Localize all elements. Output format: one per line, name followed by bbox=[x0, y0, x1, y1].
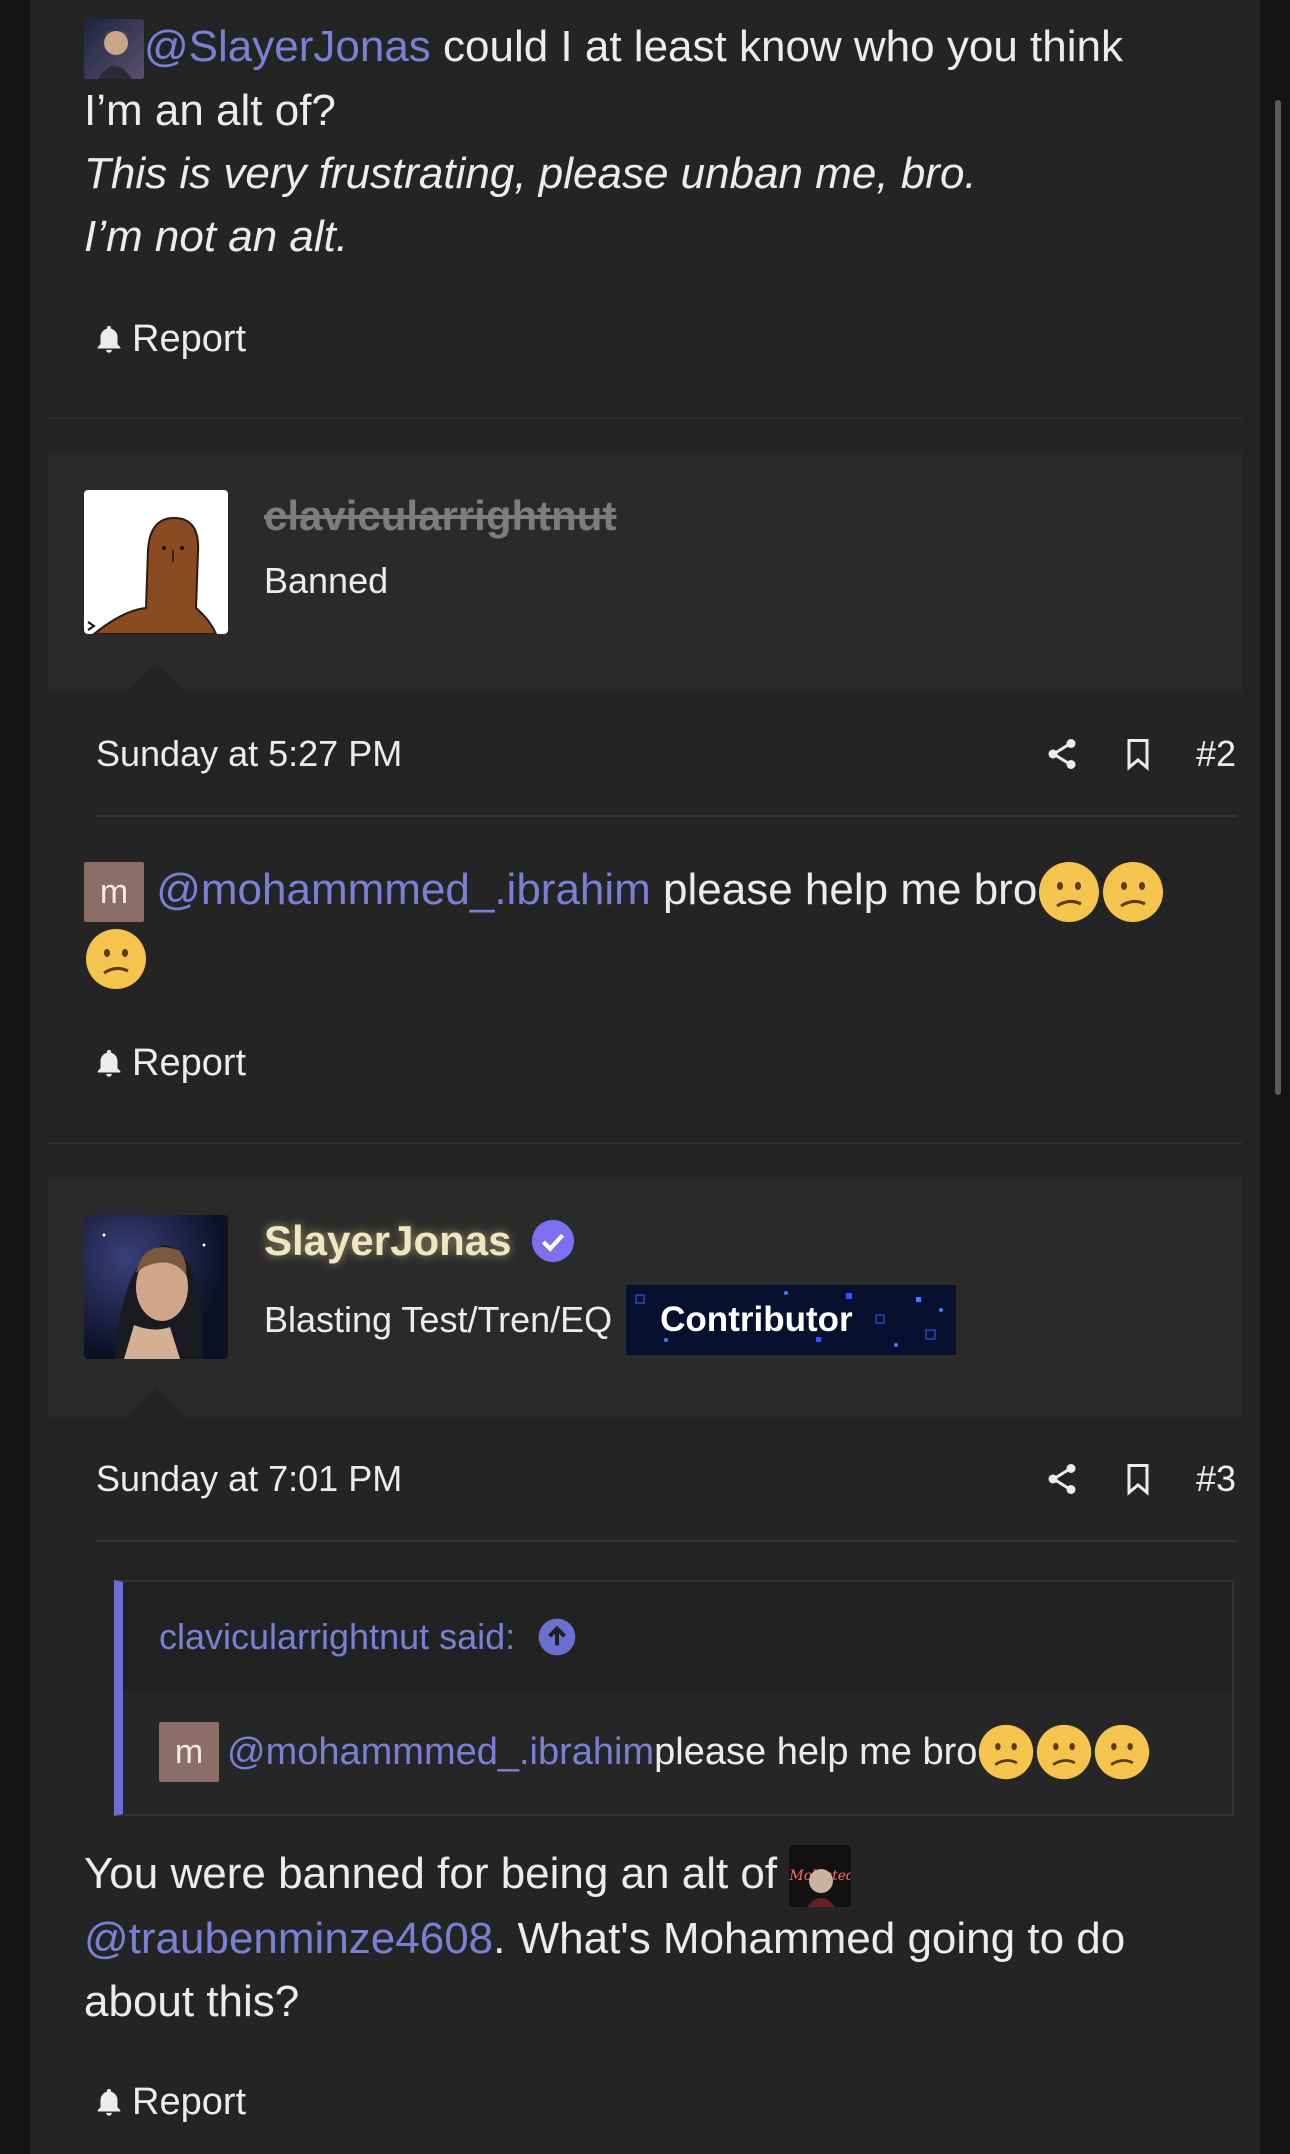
confused-face-emoji bbox=[1093, 1723, 1151, 1781]
share-icon[interactable] bbox=[1044, 736, 1080, 772]
divider bbox=[96, 815, 1236, 817]
post-2-body: m @mohammmed_.ibrahim please help me bro bbox=[84, 858, 1224, 991]
report-label: Report bbox=[132, 1042, 247, 1084]
confused-face-emoji bbox=[84, 927, 148, 991]
post-3-date[interactable]: Sunday at 7:01 PM bbox=[96, 1458, 1044, 1500]
post-2-text: please help me bro bbox=[650, 865, 1038, 914]
quote-body: m @mohammmed_.ibrahim please help me bro bbox=[123, 1692, 1232, 1812]
confused-face-emoji bbox=[977, 1723, 1035, 1781]
mohammmed-avatar: m bbox=[84, 862, 144, 923]
mohammmed-avatar: m bbox=[159, 1722, 219, 1782]
post-3-number[interactable]: #3 bbox=[1196, 1458, 1236, 1500]
slayerjonas-avatar[interactable] bbox=[84, 1215, 228, 1359]
quote-text: please help me bro bbox=[654, 1730, 978, 1773]
confused-face-emoji bbox=[1035, 1723, 1093, 1781]
post-2-number[interactable]: #2 bbox=[1196, 733, 1236, 775]
thread-page: @SlayerJonas could I at least know who y… bbox=[30, 0, 1260, 2154]
post-3-text-line2: . What's Mohammed going to do bbox=[493, 1914, 1126, 1964]
post-3-user-title-text: Blasting Test/Tren/EQ bbox=[264, 1299, 613, 1340]
post-3-body: You were banned for being an alt of Mole… bbox=[84, 1842, 1224, 2033]
share-icon[interactable] bbox=[1044, 1461, 1080, 1497]
post-3-user-title: Blasting Test/Tren/EQ Contributor bbox=[264, 1285, 957, 1355]
bell-icon bbox=[97, 2088, 121, 2116]
traubenminze-mini-avatar: Molested bbox=[789, 1845, 852, 1908]
post-3-meta: Sunday at 7:01 PM #3 bbox=[96, 1449, 1236, 1509]
bell-icon bbox=[97, 1049, 121, 1077]
post-1-body: @SlayerJonas could I at least know who y… bbox=[84, 15, 1224, 268]
clavicularrightnut-avatar[interactable] bbox=[84, 490, 228, 634]
quote-header[interactable]: clavicularrightnut said: bbox=[123, 1582, 1232, 1692]
header-pointer bbox=[126, 663, 186, 693]
quote-author[interactable]: clavicularrightnut said: bbox=[159, 1616, 515, 1658]
bookmark-icon[interactable] bbox=[1120, 1461, 1156, 1497]
arrow-up-circle-icon[interactable] bbox=[537, 1617, 577, 1657]
report-button-post-1[interactable]: Report bbox=[92, 318, 246, 361]
divider bbox=[96, 1540, 1236, 1542]
post-3-text-line1: You were banned for being an alt of bbox=[84, 1849, 790, 1898]
verified-badge-icon bbox=[531, 1219, 574, 1263]
bookmark-icon[interactable] bbox=[1120, 736, 1156, 772]
contributor-badge: Contributor bbox=[626, 1285, 957, 1355]
mention-traubenminze[interactable]: @traubenminze4608 bbox=[84, 1914, 493, 1963]
post-2-date[interactable]: Sunday at 5:27 PM bbox=[96, 733, 1044, 775]
post-3-user-header: SlayerJonas Blasting Test/Tren/EQ Contri… bbox=[48, 1177, 1242, 1418]
post-1-text-line4: I’m not an alt. bbox=[84, 212, 349, 262]
report-label: Report bbox=[132, 2081, 247, 2123]
divider bbox=[48, 1142, 1242, 1144]
header-pointer bbox=[126, 1388, 186, 1418]
mention-mohammmed[interactable]: @mohammmed_.ibrahim bbox=[227, 1731, 654, 1774]
post-2-meta: Sunday at 5:27 PM #2 bbox=[96, 724, 1236, 784]
report-button-post-3[interactable]: Report bbox=[92, 2081, 246, 2124]
post-3-text-line3: about this? bbox=[84, 1977, 300, 2027]
mention-mohammmed[interactable]: @mohammmed_.ibrahim bbox=[156, 865, 651, 914]
post-1-text-line3: This is very frustrating, please unban m… bbox=[84, 149, 977, 199]
report-button-post-2[interactable]: Report bbox=[92, 1042, 246, 1085]
report-label: Report bbox=[132, 318, 247, 360]
post-2-username[interactable]: clavicularrightnut bbox=[264, 492, 616, 540]
post-3-username-text: SlayerJonas bbox=[264, 1217, 512, 1264]
quote-block: clavicularrightnut said: m @mohammmed_.i… bbox=[114, 1580, 1234, 1816]
scrollbar[interactable] bbox=[1275, 100, 1281, 1095]
post-3-username[interactable]: SlayerJonas bbox=[264, 1217, 576, 1265]
confused-face-emoji bbox=[1037, 860, 1101, 924]
mention-slayerjonas[interactable]: @SlayerJonas bbox=[144, 22, 431, 71]
confused-face-emoji bbox=[1101, 860, 1165, 924]
divider bbox=[48, 417, 1242, 419]
bell-icon bbox=[97, 325, 121, 353]
post-1-text-line1: could I at least know who you think bbox=[430, 22, 1123, 71]
slayerjonas-mini-avatar bbox=[84, 19, 144, 80]
post-2-user-title: Banned bbox=[264, 560, 389, 601]
post-1-text-line2: I’m an alt of? bbox=[84, 86, 336, 136]
post-2-user-header: clavicularrightnut Banned bbox=[48, 452, 1242, 693]
contributor-badge-label: Contributor bbox=[660, 1300, 853, 1339]
